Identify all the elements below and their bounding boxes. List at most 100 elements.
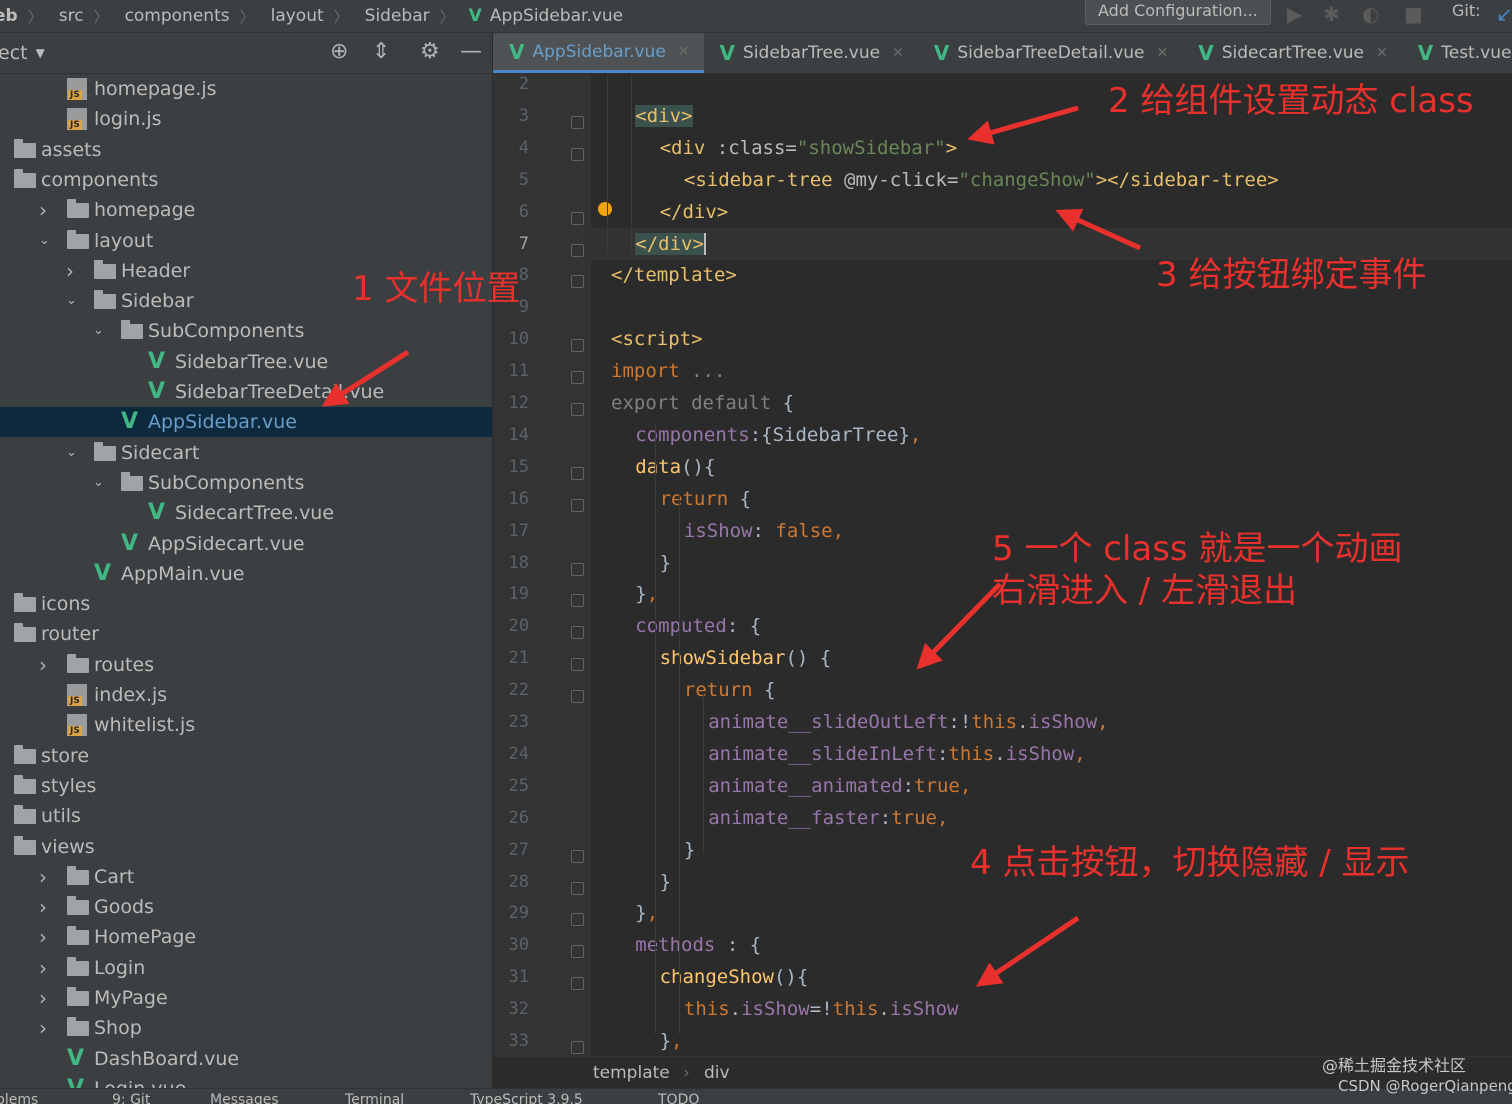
tool-terminal[interactable]: Terminal: [345, 1092, 404, 1104]
debug-icon[interactable]: ✱: [1323, 2, 1340, 26]
close-icon[interactable]: ✕: [1376, 34, 1388, 72]
tree-folder[interactable]: › Shop: [0, 1013, 492, 1043]
editor-tab[interactable]: V SidebarTree.vue ✕: [704, 33, 918, 73]
fold-marker-icon[interactable]: [571, 466, 584, 480]
chevron-right-icon[interactable]: ›: [39, 195, 47, 225]
tree-folder[interactable]: icons: [0, 589, 492, 619]
tree-file[interactable]: V AppSidecart.vue: [0, 529, 492, 559]
breadcrumb-item[interactable]: AppSidebar.vue: [490, 6, 623, 26]
tree-folder[interactable]: ⌄ SubComponents: [0, 316, 492, 346]
breadcrumb-div[interactable]: div: [704, 1057, 730, 1089]
breadcrumb-item[interactable]: src: [59, 6, 84, 26]
fold-marker-icon[interactable]: [571, 881, 584, 895]
breadcrumb-item[interactable]: Sidebar: [365, 6, 430, 26]
fold-marker-icon[interactable]: [571, 403, 584, 416]
tree-folder[interactable]: components: [0, 165, 492, 195]
tree-folder[interactable]: › Goods: [0, 892, 492, 922]
locate-file-icon[interactable]: ⊕: [330, 39, 348, 64]
close-icon[interactable]: ✕: [678, 33, 690, 71]
chevron-down-icon[interactable]: ⌄: [66, 438, 77, 468]
tree-folder[interactable]: styles: [0, 771, 492, 801]
tree-file[interactable]: V SidecartTree.vue: [0, 498, 492, 528]
tool-typescript[interactable]: TypeScript 3.9.5: [470, 1092, 583, 1104]
fold-marker-icon[interactable]: [571, 849, 584, 863]
close-icon[interactable]: ✕: [892, 34, 904, 72]
tree-file[interactable]: V SidebarTree.vue: [0, 347, 492, 377]
coverage-icon[interactable]: ◐: [1362, 2, 1379, 26]
tool-todo[interactable]: TODO: [658, 1092, 699, 1104]
tree-file[interactable]: V SidebarTreeDetail.vue: [0, 377, 492, 407]
fold-marker-icon[interactable]: [571, 626, 584, 640]
tool-git[interactable]: 9: Git: [112, 1092, 150, 1104]
tool-problems[interactable]: blems: [0, 1092, 38, 1104]
tree-file[interactable]: index.js: [0, 680, 492, 710]
dropdown-arrow-icon[interactable]: ▼: [36, 46, 45, 60]
add-configuration-button[interactable]: Add Configuration...: [1085, 0, 1271, 25]
tree-file[interactable]: V DashBoard.vue: [0, 1044, 492, 1074]
chevron-down-icon[interactable]: ⌄: [93, 468, 104, 498]
chevron-right-icon[interactable]: ›: [39, 1013, 47, 1043]
stop-icon[interactable]: ■: [1404, 2, 1423, 26]
fold-marker-icon[interactable]: [571, 371, 584, 385]
project-panel-title[interactable]: ect: [0, 42, 28, 64]
fold-marker-icon[interactable]: [571, 147, 584, 161]
fold-marker-icon[interactable]: [571, 913, 584, 927]
chevron-down-icon[interactable]: ⌄: [93, 316, 104, 346]
breadcrumb-item[interactable]: components: [125, 6, 230, 26]
tree-folder[interactable]: views: [0, 832, 492, 862]
tree-folder[interactable]: ⌄ Sidecart: [0, 438, 492, 468]
close-icon[interactable]: ✕: [1157, 34, 1169, 72]
chevron-right-icon[interactable]: ›: [39, 953, 47, 983]
tree-folder[interactable]: assets: [0, 135, 492, 165]
tree-folder[interactable]: › routes: [0, 650, 492, 680]
editor-tab[interactable]: VTest.vue✕: [1402, 33, 1512, 73]
breadcrumb-item[interactable]: layout: [271, 6, 324, 26]
fold-marker-icon[interactable]: [571, 1041, 584, 1054]
tree-folder[interactable]: ⌄ SubComponents: [0, 468, 492, 498]
chevron-right-icon[interactable]: ›: [39, 650, 47, 680]
run-icon[interactable]: ▶: [1287, 2, 1302, 26]
fold-marker-icon[interactable]: [571, 243, 584, 257]
fold-marker-icon[interactable]: [571, 562, 584, 576]
tree-folder[interactable]: › Cart: [0, 862, 492, 892]
chevron-down-icon[interactable]: ⌄: [66, 286, 77, 316]
fold-marker-icon[interactable]: [571, 594, 584, 608]
chevron-right-icon[interactable]: ›: [39, 862, 47, 892]
editor-tab[interactable]: V SidecartTree.vue ✕: [1182, 33, 1402, 73]
editor-tab[interactable]: V AppSidebar.vue ✕: [493, 33, 704, 73]
tree-folder[interactable]: › MyPage: [0, 983, 492, 1013]
tree-file[interactable]: V AppSidebar.vue: [0, 407, 492, 438]
settings-gear-icon[interactable]: ⚙: [420, 39, 440, 64]
tool-messages[interactable]: Messages: [210, 1092, 279, 1104]
chevron-right-icon[interactable]: ›: [66, 256, 74, 286]
lightbulb-icon[interactable]: [598, 202, 612, 216]
tree-folder[interactable]: ⌄ layout: [0, 226, 492, 256]
fold-marker-icon[interactable]: [571, 945, 584, 959]
tree-folder[interactable]: utils: [0, 801, 492, 831]
fold-marker-icon[interactable]: [571, 690, 584, 704]
tree-folder[interactable]: › HomePage: [0, 922, 492, 952]
tree-folder[interactable]: router: [0, 619, 492, 649]
fold-marker-icon[interactable]: [571, 115, 584, 129]
tree-file[interactable]: whitelist.js: [0, 710, 492, 740]
collapse-all-icon[interactable]: ⇕: [372, 39, 390, 64]
fold-marker-icon[interactable]: [571, 339, 584, 353]
editor-tab[interactable]: V SidebarTreeDetail.vue ✕: [918, 33, 1182, 73]
fold-marker-icon[interactable]: [571, 658, 584, 672]
hide-panel-icon[interactable]: —: [460, 39, 482, 64]
chevron-right-icon[interactable]: ›: [39, 922, 47, 952]
tree-file[interactable]: V Login.vue: [0, 1074, 492, 1088]
breadcrumb-template[interactable]: template: [593, 1057, 670, 1089]
tree-file[interactable]: homepage.js: [0, 74, 492, 104]
tree-folder[interactable]: › homepage: [0, 195, 492, 225]
breadcrumb-item[interactable]: eb: [0, 6, 18, 26]
tree-folder[interactable]: store: [0, 741, 492, 771]
fold-marker-icon[interactable]: [571, 498, 584, 512]
tree-file[interactable]: login.js: [0, 104, 492, 134]
fold-marker-icon[interactable]: [571, 275, 584, 289]
chevron-right-icon[interactable]: ›: [39, 983, 47, 1013]
chevron-right-icon[interactable]: ›: [39, 892, 47, 922]
tree-folder[interactable]: › Login: [0, 953, 492, 983]
fold-marker-icon[interactable]: [571, 977, 584, 991]
fold-marker-icon[interactable]: [571, 211, 584, 225]
